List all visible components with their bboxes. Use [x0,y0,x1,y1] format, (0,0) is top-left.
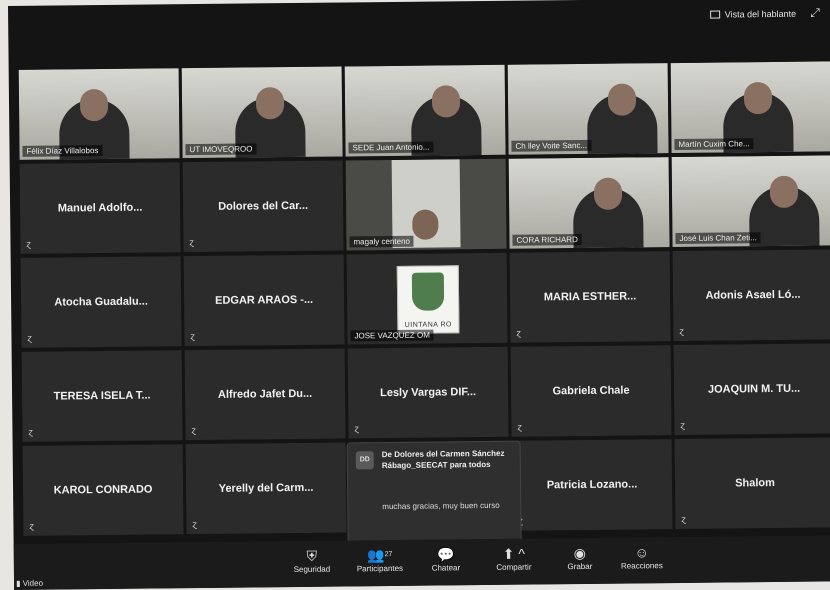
participant-name: Gabriela Chale [552,384,630,398]
share-button[interactable]: ⬆ ^ Compartir [484,544,544,572]
participant-name: José Luis Chan Zeti... [675,232,761,245]
participant-tile[interactable]: José Luis Chan Zeti... [671,155,830,248]
participant-tile[interactable]: Dolores del Car... ɀ [182,160,344,253]
chat-message: muchas gracias, muy buen curso [382,500,500,512]
top-bar: Vista del hablante ⤢ [8,0,830,40]
participant-name: CORA RICHARD [512,234,582,246]
mic-muted-icon: ɀ [190,331,196,342]
mic-muted-icon: ɀ [26,238,32,249]
mic-muted-icon: ɀ [27,332,33,343]
participants-button[interactable]: 👥27 Participantes [350,546,410,574]
mic-muted-icon: ɀ [191,425,197,436]
participant-name: Manuel Adolfo... [57,201,143,215]
participants-label: Participantes [356,563,404,574]
participant-tile[interactable]: magaly centeno [345,158,507,251]
participant-name: MARIA ESTHER... [543,290,637,304]
participant-name: UT IMOVEQROO [185,143,257,156]
mic-muted-icon: ɀ [29,520,34,531]
participant-tile[interactable]: Lesly Vargas DIF... ɀ [347,346,509,439]
participant-name: SEDE Juan Antonio... [348,141,434,154]
participant-tile[interactable]: UINTANA RO JOSE VAZQUEZ OM [346,252,508,345]
participant-tile[interactable]: Martín Cuxim Che... [670,61,830,154]
chat-notification[interactable]: DD De Dolores del Carmen Sánchez Rábago_… [346,440,522,545]
participant-name: Lesly Vargas DIF... [380,386,477,400]
reactions-button[interactable]: ☺ Reacciones [612,543,672,571]
mic-muted-icon: ɀ [517,421,522,432]
shield-icon: ⛨ [306,547,318,564]
record-label: Grabar [567,561,593,572]
participant-tile[interactable]: Atocha Guadalu... ɀ [20,256,182,348]
participant-name: TERESA ISELA T... [53,389,151,403]
meeting-toolbar: ▮ Video ⛨ Seguridad 👥27 Participantes 💬 … [13,535,830,590]
video-feed [391,159,461,248]
participant-tile[interactable]: KAROL CONRADO ɀ [22,444,184,536]
chat-label: Chatear [431,563,461,573]
share-icon: ⬆ ^ [502,545,525,562]
participant-name: KAROL CONRADO [53,483,153,497]
participant-tile[interactable]: Manuel Adolfo... ɀ [19,162,181,254]
participant-name: Alfredo Jafet Du... [217,387,313,401]
participant-name: Patricia Lozano... [546,478,638,492]
mic-muted-icon: ɀ [681,513,686,524]
security-button[interactable]: ⛨ Seguridad [282,547,342,575]
video-icon: ▮ [16,578,21,588]
participant-tile[interactable]: Ch lley Voite Sanc... [507,63,669,155]
fullscreen-icon[interactable]: ⤢ [808,5,822,19]
mic-muted-icon: ɀ [192,519,197,530]
chat-button[interactable]: 💬 Chatear [416,545,476,573]
speaker-view-label: Vista del hablante [724,8,797,20]
mic-muted-icon: ɀ [189,237,195,248]
participant-name: Shalom [735,476,775,490]
speaker-view-button[interactable]: Vista del hablante [709,6,797,23]
mic-muted-icon: ɀ [516,327,522,338]
participant-name: EDGAR ARAOS -... [215,293,314,307]
mic-muted-icon: ɀ [680,419,685,430]
participant-name: Dolores del Car... [218,199,309,213]
mic-muted-icon: ɀ [28,426,34,437]
participants-icon: 👥27 [367,547,393,564]
participant-tile[interactable]: Yerelly del Carm... ɀ [185,442,347,535]
participant-tile[interactable]: Félix Díaz Villalobos [18,68,180,160]
participant-tile[interactable]: JOAQUIN M. TU... ɀ [673,343,830,436]
participant-name: magaly centeno [349,235,415,248]
reactions-label: Reacciones [620,561,663,571]
speaker-view-icon [709,10,720,19]
reactions-icon: ☺ [634,544,649,561]
participant-tile[interactable]: Shalom ɀ [674,437,830,530]
participant-tile[interactable]: MARIA ESTHER... ɀ [509,251,671,343]
participant-tile[interactable]: TERESA ISELA T... ɀ [21,350,183,442]
participant-tile[interactable]: EDGAR ARAOS -... ɀ [183,254,345,347]
security-label: Seguridad [293,564,331,575]
participant-tile[interactable]: CORA RICHARD [508,157,670,249]
participant-tile[interactable]: SEDE Juan Antonio... [344,64,506,157]
participant-tile[interactable]: Alfredo Jafet Du... ɀ [184,348,346,441]
participant-name: Yerelly del Carm... [218,481,314,495]
record-icon: ◉ [573,544,586,562]
video-label: Video [22,578,44,588]
chat-sender: De Dolores del Carmen Sánchez Rábago_SEE… [381,448,505,471]
participant-tile[interactable]: Gabriela Chale ɀ [510,345,672,437]
participant-name: Ch lley Voite Sanc... [511,139,592,152]
share-label: Compartir [496,562,532,572]
profile-logo: UINTANA RO [396,265,460,334]
participant-name: Martín Cuxim Che... [674,138,754,151]
participant-name: Atocha Guadalu... [54,295,148,309]
mic-muted-icon: ɀ [354,423,359,434]
participant-tile[interactable]: UT IMOVEQROO [181,66,343,159]
zoom-window: Vista del hablante ⤢ Félix Díaz Villalob… [8,0,830,590]
participant-name: JOAQUIN M. TU... [707,382,801,396]
participant-name: Félix Díaz Villalobos [22,145,103,157]
participants-count: 27 [384,551,393,559]
participant-tile[interactable]: Patricia Lozano...ɀ [511,439,673,531]
participant-tile[interactable]: Adonis Asael Ló... ɀ [672,249,830,342]
chat-avatar: DD [355,451,374,470]
participant-name: JOSE VAZQUEZ OM [350,329,434,342]
participant-name: Adonis Asael Ló... [705,288,801,302]
chat-icon: 💬 [436,546,455,563]
video-button[interactable]: ▮ Video [16,579,43,588]
mic-muted-icon: ɀ [679,325,684,336]
record-button[interactable]: ◉ Grabar [550,544,610,572]
